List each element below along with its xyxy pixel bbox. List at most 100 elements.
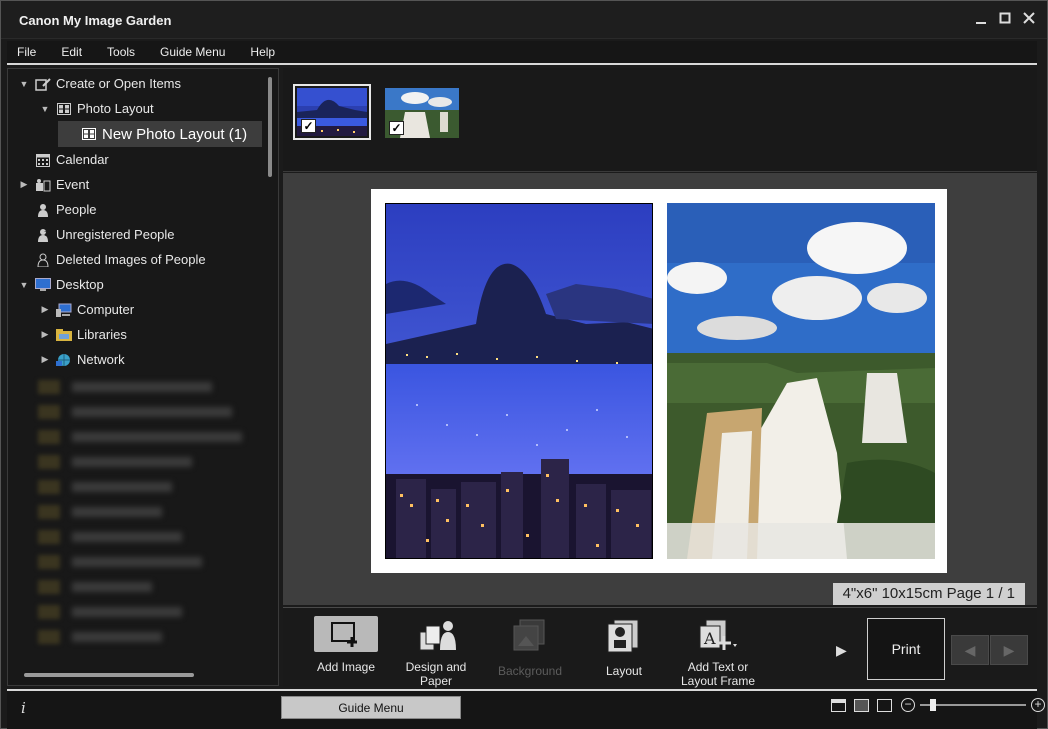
photo-layout-icon [80, 126, 98, 142]
tree-item-desktop[interactable]: ▼ Desktop [8, 272, 266, 297]
design-paper-label: Design and Paper [405, 660, 467, 688]
tree-item-network[interactable]: ▶ Network [8, 347, 266, 372]
thumbnail-rio-night[interactable]: ✓ [293, 84, 371, 140]
expand-right-icon[interactable]: ▶ [18, 179, 30, 190]
design-paper-icon [416, 616, 456, 656]
menu-edit[interactable]: Edit [61, 45, 94, 59]
list-item [38, 474, 268, 499]
tree-item-new-photo-layout[interactable]: New Photo Layout (1) [58, 121, 262, 147]
deleted-person-icon [34, 252, 52, 268]
maximize-button[interactable] [997, 11, 1013, 27]
layout-canvas: 4"x6" 10x15cm Page 1 / 1 [283, 173, 1037, 605]
list-item [38, 499, 268, 524]
layout-button[interactable]: Layout [579, 616, 669, 678]
tree-item-deleted-images-of-people[interactable]: Deleted Images of People [8, 247, 266, 272]
edit-toolbar: Add Image Design and Paper Background La… [283, 607, 1037, 688]
tree-vertical-scrollbar[interactable] [268, 77, 272, 177]
add-text-frame-icon: A [698, 616, 738, 656]
zoom-out-button[interactable]: − [901, 698, 915, 712]
print-button[interactable]: Print [867, 618, 945, 680]
info-icon[interactable]: i [21, 699, 26, 717]
tree-item-event[interactable]: ▶ Event [8, 172, 266, 197]
tree-item-label: Libraries [77, 327, 127, 342]
design-and-paper-button[interactable]: Design and Paper [391, 616, 481, 688]
tree-item-label: People [56, 202, 97, 217]
guide-menu-button[interactable]: Guide Menu [281, 696, 461, 719]
list-item [38, 599, 268, 624]
menu-file[interactable]: File [17, 45, 48, 59]
person-icon [34, 202, 52, 218]
tree-item-label: Computer [77, 302, 135, 317]
thumbnail-waterfall[interactable]: ✓ [385, 88, 459, 138]
photo-frame-rio-night[interactable] [385, 203, 653, 559]
expand-down-icon[interactable]: ▼ [18, 79, 30, 89]
more-tools-arrow-icon[interactable]: ▶ [836, 642, 847, 659]
tree-item-libraries[interactable]: ▶ Libraries [8, 322, 266, 347]
blurred-folder-list [38, 374, 268, 674]
background-label: Background [497, 664, 563, 678]
list-item [38, 549, 268, 574]
photo-frame-waterfall[interactable] [667, 203, 935, 559]
layout-icon [604, 616, 644, 656]
zoom-in-button[interactable]: + [1031, 698, 1045, 712]
close-icon [1023, 12, 1035, 24]
single-view-icon[interactable] [854, 699, 869, 712]
tree-item-people[interactable]: People [8, 197, 266, 222]
navigation-tree: ▼ Create or Open Items ▼ Photo Layout Ne… [8, 71, 266, 372]
expand-down-icon[interactable]: ▼ [39, 104, 51, 114]
expand-right-icon[interactable]: ▶ [39, 354, 51, 365]
list-item [38, 449, 268, 474]
title-bar: Canon My Image Garden [1, 1, 1047, 39]
add-text-label: Add Text or Layout Frame [680, 660, 756, 688]
expand-right-icon[interactable]: ▶ [39, 329, 51, 340]
fit-view-icon[interactable] [877, 699, 892, 712]
previous-page-button[interactable]: ◀ [951, 635, 989, 665]
expand-down-icon[interactable]: ▼ [18, 280, 30, 290]
event-icon [34, 177, 52, 193]
thumbnail-image: ✓ [385, 88, 459, 138]
expand-right-icon[interactable]: ▶ [39, 304, 51, 315]
menu-bar: File Edit Tools Guide Menu Help [7, 41, 1037, 65]
tree-horizontal-scrollbar[interactable] [24, 673, 194, 677]
add-text-or-layout-frame-button[interactable]: A Add Text or Layout Frame [673, 616, 763, 688]
page-size-info: 4"x6" 10x15cm Page 1 / 1 [832, 583, 1025, 605]
list-item [38, 399, 268, 424]
layout-page[interactable] [371, 189, 947, 573]
unregistered-person-icon: ? [34, 227, 52, 243]
next-page-button[interactable]: ▶ [990, 635, 1028, 665]
tree-item-label: Create or Open Items [56, 76, 181, 91]
filmstrip-view-icon[interactable] [831, 699, 846, 712]
tree-item-photo-layout[interactable]: ▼ Photo Layout [8, 96, 266, 121]
svg-text:A: A [703, 629, 716, 648]
thumbnail-checkbox[interactable]: ✓ [301, 119, 316, 133]
list-item [38, 624, 268, 649]
thumbnail-image: ✓ [297, 88, 367, 136]
add-image-icon [314, 616, 378, 652]
app-window: Canon My Image Garden File Edit Tools Gu… [0, 0, 1048, 729]
tree-item-label: Deleted Images of People [56, 252, 206, 267]
zoom-slider-handle[interactable] [930, 699, 936, 711]
zoom-slider[interactable] [920, 699, 1026, 711]
add-image-button[interactable]: Add Image [301, 616, 391, 674]
tree-item-computer[interactable]: ▶ Computer [8, 297, 266, 322]
list-item [38, 424, 268, 449]
tree-item-unregistered-people[interactable]: ? Unregistered People [8, 222, 266, 247]
thumbnail-strip: ✓ ✓ [283, 68, 1037, 172]
status-bar: i Guide Menu − + [7, 689, 1045, 729]
minimize-button[interactable] [973, 11, 989, 27]
list-item [38, 524, 268, 549]
menu-guide-menu[interactable]: Guide Menu [160, 45, 237, 59]
tree-item-calendar[interactable]: Calendar [8, 147, 266, 172]
calendar-icon [34, 152, 52, 168]
menu-tools[interactable]: Tools [107, 45, 147, 59]
thumbnail-checkbox[interactable]: ✓ [389, 121, 404, 135]
tree-item-label: Calendar [56, 152, 109, 167]
menu-help[interactable]: Help [250, 45, 287, 59]
background-button[interactable]: Background [485, 616, 575, 678]
list-item [38, 374, 268, 399]
network-icon [55, 352, 73, 368]
close-button[interactable] [1021, 11, 1037, 27]
tree-item-label: Desktop [56, 277, 104, 292]
tree-item-create-or-open-items[interactable]: ▼ Create or Open Items [8, 71, 266, 96]
tree-item-label: Network [77, 352, 125, 367]
